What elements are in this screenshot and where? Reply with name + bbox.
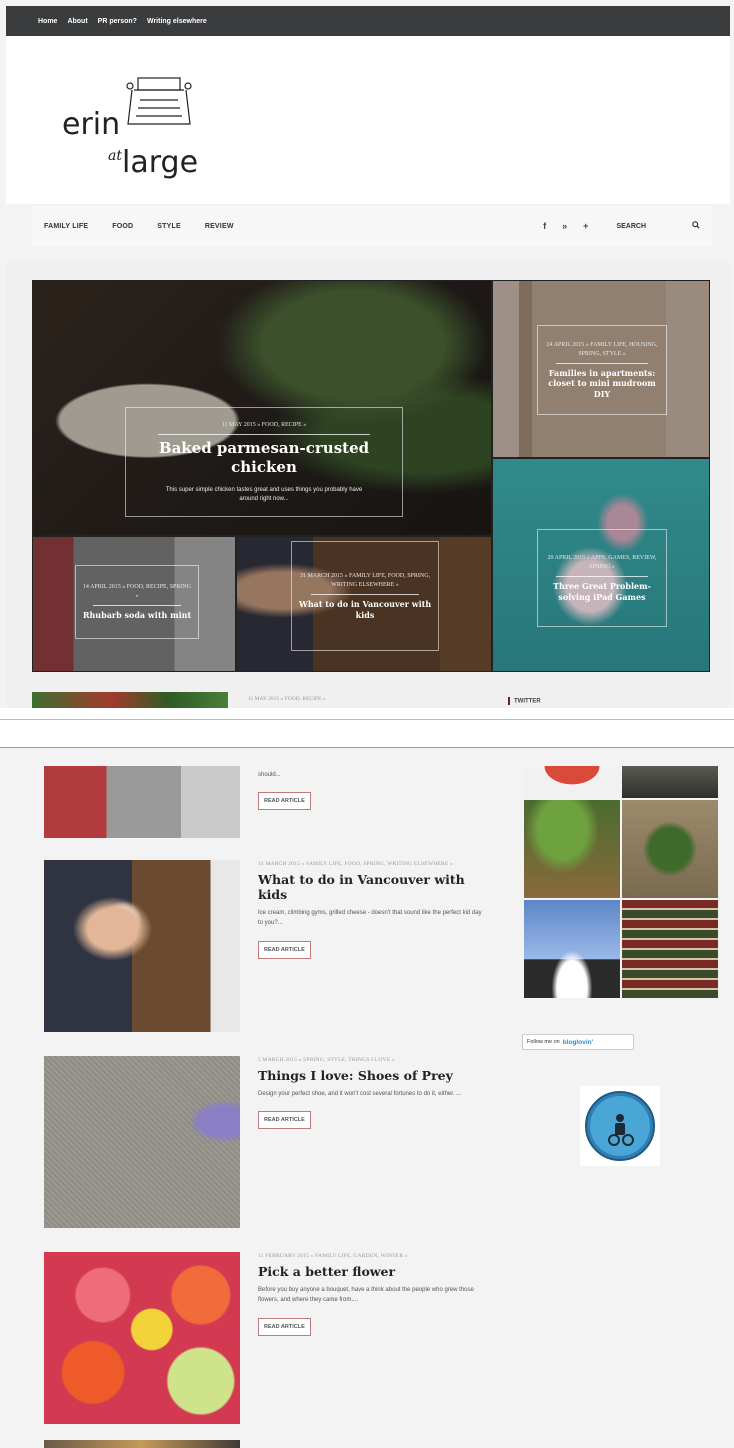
- post-thumb[interactable]: [44, 1056, 240, 1228]
- instagram-photo[interactable]: [622, 800, 718, 898]
- featured-right-bottom-tile[interactable]: 20 APRIL 2015 » APPS, GAMES, REVIEW, SPR…: [492, 458, 710, 672]
- featured-bottom-mid-tile[interactable]: 31 MARCH 2015 » FAMILY LIFE, FOOD, SPRIN…: [236, 536, 492, 672]
- featured-main-meta: 11 MAY 2015 » FOOD, RECIPE »: [221, 421, 307, 428]
- read-article-button[interactable]: READ ARTICLE: [258, 792, 311, 811]
- instagram-photo[interactable]: [622, 766, 718, 798]
- search-label[interactable]: SEARCH: [616, 223, 646, 230]
- logo-erin: erin: [62, 107, 120, 142]
- nav-home[interactable]: Home: [38, 18, 57, 25]
- read-article-button[interactable]: READ ARTICLE: [258, 1111, 311, 1130]
- nav-writing-elsewhere[interactable]: Writing elsewhere: [147, 18, 207, 25]
- featured-bottom-mid-caption: 31 MARCH 2015 » FAMILY LIFE, FOOD, SPRIN…: [291, 541, 439, 651]
- featured-right-bottom-meta: 20 APRIL 2015 » APPS, GAMES, REVIEW, SPR…: [547, 555, 657, 571]
- instagram-grid: [524, 766, 718, 1002]
- read-article-button[interactable]: READ ARTICLE: [258, 1317, 311, 1336]
- twitter-icon[interactable]: »: [562, 221, 567, 231]
- featured-main-caption: 11 MAY 2015 » FOOD, RECIPE » Baked parme…: [125, 407, 403, 517]
- post-title[interactable]: What to do in Vancouver with kids: [258, 872, 484, 902]
- post-meta: 5 MARCH 2015 » SPRING, STYLE, THINGS I L…: [258, 1057, 395, 1063]
- twitter-widget-title: TWITTER: [508, 697, 541, 705]
- site-header: erin at large: [6, 36, 730, 204]
- cat-style[interactable]: STYLE: [157, 223, 181, 230]
- featured-right-bottom-caption: 20 APRIL 2015 » APPS, GAMES, REVIEW, SPR…: [537, 529, 667, 627]
- featured-bottom-left-title[interactable]: Rhubarb soda with mint: [83, 610, 191, 620]
- logo-large: large: [122, 145, 198, 180]
- first-post-thumb-top[interactable]: [32, 692, 228, 708]
- post-excerpt: should...: [258, 772, 281, 778]
- nav-about[interactable]: About: [67, 18, 87, 25]
- bloglovin-follow-button[interactable]: Follow me on bloglovin': [522, 1034, 634, 1050]
- screenshot-seam: [0, 708, 734, 720]
- featured-bottom-left-tile[interactable]: 14 APRIL 2015 » FOOD, RECIPE, SPRING » R…: [32, 536, 236, 672]
- next-post-thumb-partial[interactable]: [44, 1440, 240, 1448]
- post-title[interactable]: Pick a better flower: [258, 1264, 484, 1279]
- nav-pr-person[interactable]: PR person?: [98, 18, 137, 25]
- blog-badge[interactable]: [580, 1086, 660, 1166]
- post-title[interactable]: Things I love: Shoes of Prey: [258, 1068, 484, 1083]
- cat-review[interactable]: REVIEW: [205, 223, 234, 230]
- post-excerpt: Before you buy anyone a bouquet, have a …: [258, 1287, 474, 1304]
- top-nav: Home About PR person? Writing elsewhere: [6, 6, 730, 36]
- bloglovin-prefix: Follow me on: [527, 1039, 560, 1045]
- featured-main-tile[interactable]: 11 MAY 2015 » FOOD, RECIPE » Baked parme…: [32, 280, 492, 536]
- instagram-photo[interactable]: [524, 900, 620, 998]
- post-meta: 31 MARCH 2015 » FAMILY LIFE, FOOD, SPRIN…: [258, 861, 453, 867]
- instagram-photo[interactable]: [524, 800, 620, 898]
- cat-family-life[interactable]: FAMILY LIFE: [44, 223, 88, 230]
- featured-right-top-title[interactable]: Families in apartments: closet to mini m…: [544, 368, 660, 399]
- featured-right-top-meta: 24 APRIL 2015 » FAMILY LIFE, HOUSING, SP…: [546, 341, 658, 357]
- featured-main-excerpt: This super simple chicken tastes great a…: [165, 486, 363, 502]
- category-nav: FAMILY LIFE FOOD STYLE REVIEW f » + SEAR…: [32, 206, 712, 246]
- post-excerpt: Ice cream, climbing gyms, grilled cheese…: [258, 910, 482, 927]
- featured-bottom-mid-title[interactable]: What to do in Vancouver with kids: [298, 599, 432, 620]
- featured-right-top-tile[interactable]: 24 APRIL 2015 » FAMILY LIFE, HOUSING, SP…: [492, 280, 710, 458]
- search-icon[interactable]: [692, 221, 700, 231]
- featured-bottom-left-meta: 14 APRIL 2015 » FOOD, RECIPE, SPRING »: [82, 584, 192, 600]
- cat-food[interactable]: FOOD: [112, 223, 133, 230]
- featured-bottom-mid-meta: 31 MARCH 2015 » FAMILY LIFE, FOOD, SPRIN…: [299, 573, 431, 589]
- first-post-meta-top: 11 MAY 2015 » FOOD, RECIPE »: [248, 696, 326, 702]
- site-logo[interactable]: erin at large: [60, 64, 210, 194]
- logo-at: at: [108, 148, 122, 164]
- post-excerpt: Design your perfect shoe, and it won't c…: [258, 1091, 462, 1098]
- post-thumb[interactable]: [44, 766, 240, 838]
- screenshot-seam-2: [0, 720, 734, 748]
- google-plus-icon[interactable]: +: [583, 221, 588, 231]
- post-thumb[interactable]: [44, 860, 240, 1032]
- post-meta: 11 FEBRUARY 2015 » FAMILY LIFE, GARDEN, …: [258, 1253, 408, 1259]
- instagram-photo[interactable]: [524, 766, 620, 798]
- facebook-icon[interactable]: f: [543, 221, 546, 231]
- read-article-button[interactable]: READ ARTICLE: [258, 940, 311, 959]
- featured-main-title[interactable]: Baked parmesan-crusted chicken: [132, 439, 396, 478]
- featured-right-bottom-title[interactable]: Three Great Problem-solving iPad Games: [544, 581, 660, 602]
- featured-bottom-left-caption: 14 APRIL 2015 » FOOD, RECIPE, SPRING » R…: [75, 565, 199, 639]
- bloglovin-logo: bloglovin': [562, 1038, 594, 1046]
- badge-icon: [585, 1091, 655, 1161]
- featured-right-top-caption: 24 APRIL 2015 » FAMILY LIFE, HOUSING, SP…: [537, 325, 667, 415]
- post-thumb[interactable]: [44, 1252, 240, 1424]
- instagram-photo[interactable]: [622, 900, 718, 998]
